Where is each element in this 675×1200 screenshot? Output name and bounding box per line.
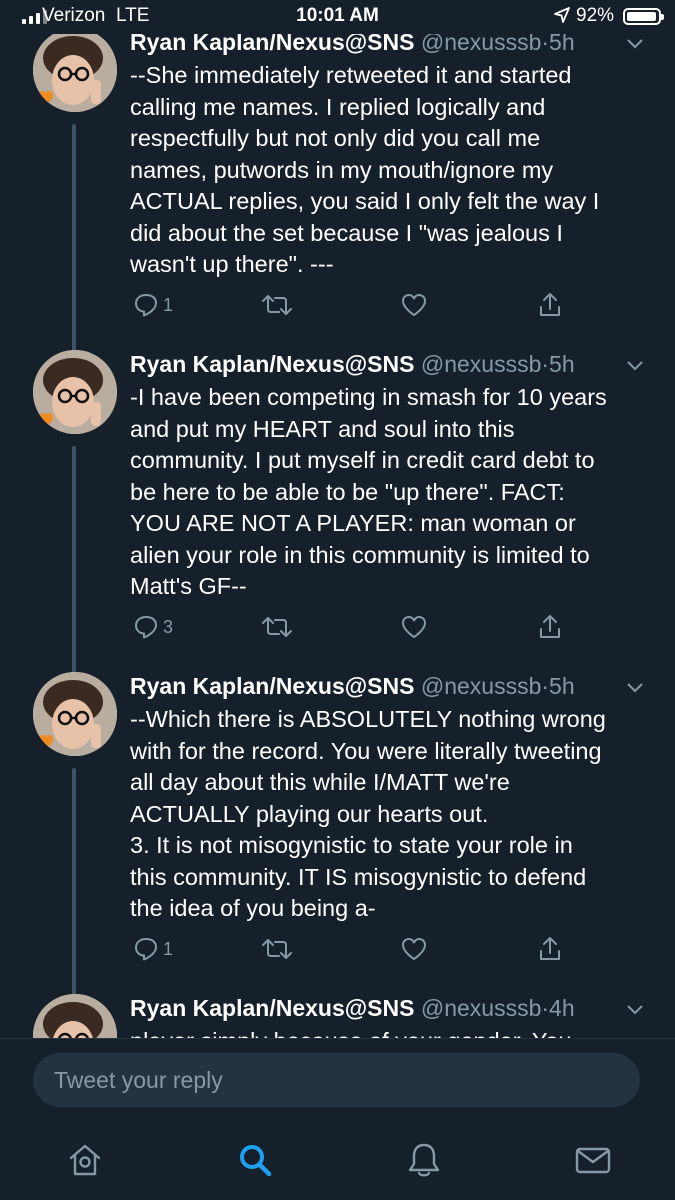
tweet-actions: 1 xyxy=(130,290,570,322)
reply-count: 3 xyxy=(163,616,174,637)
reply-button[interactable]: 3 xyxy=(133,612,173,642)
author-handle[interactable]: @nexusssb xyxy=(421,351,542,377)
share-button[interactable] xyxy=(537,934,563,964)
chevron-down-icon[interactable] xyxy=(625,34,645,54)
bell-icon[interactable] xyxy=(404,1140,444,1180)
tweet-header: Ryan Kaplan/Nexus@SNS @nexusssb·4h xyxy=(130,994,575,1022)
share-icon xyxy=(540,937,560,960)
tweet-actions: 3 xyxy=(130,612,570,644)
retweet-button[interactable] xyxy=(261,934,293,964)
reply-count: 1 xyxy=(163,938,174,959)
author-handle[interactable]: @nexusssb xyxy=(421,34,542,55)
heart-icon xyxy=(402,294,426,316)
like-button[interactable] xyxy=(400,934,428,964)
tweet-header: Ryan Kaplan/Nexus@SNS @nexusssb·5h xyxy=(130,672,575,700)
tweet-time: 4h xyxy=(549,995,575,1021)
retweet-icon xyxy=(262,295,292,315)
reply-icon xyxy=(135,294,157,317)
thread-connector-line xyxy=(72,768,76,1022)
like-button[interactable] xyxy=(400,290,428,320)
avatar-image xyxy=(33,34,117,112)
tweet-header: Ryan Kaplan/Nexus@SNS @nexusssb·5h xyxy=(130,34,575,56)
share-icon xyxy=(540,615,560,638)
author-name[interactable]: Ryan Kaplan/Nexus@SNS xyxy=(130,995,414,1021)
search-icon[interactable] xyxy=(235,1140,275,1180)
avatar-image xyxy=(33,994,117,1038)
share-button[interactable] xyxy=(537,612,563,642)
author-handle[interactable]: @nexusssb xyxy=(421,673,542,699)
tab-bar xyxy=(0,1120,675,1200)
thread-connector-line xyxy=(72,124,76,378)
avatar-image xyxy=(33,672,117,756)
retweet-icon xyxy=(262,617,292,637)
author-name[interactable]: Ryan Kaplan/Nexus@SNS xyxy=(130,34,414,55)
reply-button[interactable]: 1 xyxy=(133,934,173,964)
retweet-button[interactable] xyxy=(261,612,293,642)
tweet-header: Ryan Kaplan/Nexus@SNS @nexusssb·5h xyxy=(130,350,575,378)
chevron-down-icon[interactable] xyxy=(625,1000,645,1020)
share-button[interactable] xyxy=(537,290,563,320)
separator: · xyxy=(541,34,550,55)
avatar[interactable] xyxy=(33,34,117,112)
reply-bar: Tweet your reply xyxy=(0,1038,675,1121)
tweet-actions: 1 xyxy=(130,934,570,966)
tweet-text: player simply because of your gender. Yo… xyxy=(130,1026,660,1038)
separator: · xyxy=(541,995,550,1021)
heart-icon xyxy=(402,938,426,960)
thread-timeline[interactable]: Ryan Kaplan/Nexus@SNS @nexusssb·5h --She… xyxy=(0,34,675,1038)
share-icon xyxy=(540,293,560,316)
tweet-time: 5h xyxy=(549,351,575,377)
tweet-time: 5h xyxy=(549,34,575,55)
tweet-time: 5h xyxy=(549,673,575,699)
separator: · xyxy=(541,673,550,699)
home-icon[interactable] xyxy=(65,1140,105,1180)
tweet-text: -I have been competing in smash for 10 y… xyxy=(130,384,607,599)
reply-icon xyxy=(135,938,157,961)
reply-count: 1 xyxy=(163,294,174,315)
chevron-down-icon[interactable] xyxy=(625,356,645,376)
like-button[interactable] xyxy=(400,612,428,642)
retweet-button[interactable] xyxy=(261,290,293,320)
avatar[interactable] xyxy=(33,672,117,756)
location-arrow-icon xyxy=(554,7,570,23)
retweet-icon xyxy=(262,939,292,959)
author-name[interactable]: Ryan Kaplan/Nexus@SNS xyxy=(130,351,414,377)
tweet-text: --She immediately retweeted it and start… xyxy=(130,62,600,277)
reply-input[interactable]: Tweet your reply xyxy=(33,1053,640,1107)
chevron-down-icon[interactable] xyxy=(625,678,645,698)
avatar[interactable] xyxy=(33,350,117,434)
avatar-image xyxy=(33,350,117,434)
author-name[interactable]: Ryan Kaplan/Nexus@SNS xyxy=(130,673,414,699)
reply-icon xyxy=(135,616,157,639)
status-time: 10:01 AM xyxy=(296,5,379,26)
author-handle[interactable]: @nexusssb xyxy=(421,995,542,1021)
thread-connector-line xyxy=(72,446,76,700)
mail-icon[interactable] xyxy=(573,1140,613,1180)
reply-button[interactable]: 1 xyxy=(133,290,173,320)
heart-icon xyxy=(402,616,426,638)
avatar[interactable] xyxy=(33,994,117,1038)
battery-icon xyxy=(623,8,664,25)
status-bar: Verizon LTE 10:01 AM 92% xyxy=(0,0,675,34)
battery-percentage: 92% xyxy=(576,5,615,26)
separator: · xyxy=(541,351,550,377)
tweet-text: --Which there is ABSOLUTELY nothing wron… xyxy=(130,706,606,921)
